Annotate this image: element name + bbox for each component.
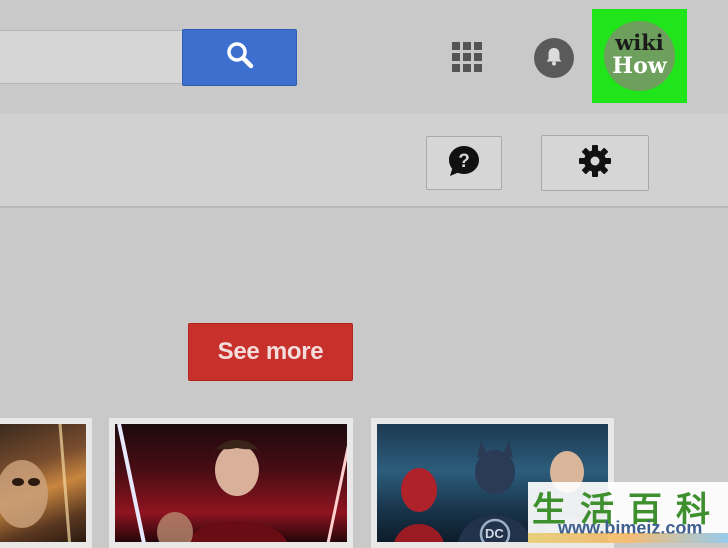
see-more-button[interactable]: See more (188, 323, 353, 381)
secondary-toolbar: ? (0, 114, 728, 208)
avatar[interactable]: wiki How (604, 21, 675, 91)
search-button[interactable] (182, 29, 297, 86)
avatar-text-line1: wiki (615, 30, 664, 55)
thumbnail-image (0, 424, 86, 542)
movie-thumbnail-1[interactable] (0, 418, 92, 548)
watermark: 生活百科 www.bimeiz.com (528, 482, 728, 543)
search-input[interactable] (0, 30, 182, 84)
notifications-button[interactable] (534, 38, 574, 78)
thumbnail-image (115, 424, 347, 542)
gear-icon (578, 144, 612, 183)
watermark-swoosh (528, 533, 728, 543)
svg-text:?: ? (458, 151, 470, 172)
grid-apps-icon[interactable] (450, 40, 484, 74)
settings-button[interactable] (541, 135, 649, 191)
search-icon (225, 40, 255, 75)
bell-icon (543, 45, 565, 72)
avatar-highlight: wiki How (592, 9, 687, 103)
dc-badge: DC (485, 526, 504, 541)
help-bubble-icon: ? (447, 144, 481, 183)
movie-thumbnail-2[interactable] (109, 418, 353, 548)
avatar-text-line2: How (612, 53, 667, 79)
help-button[interactable]: ? (426, 136, 502, 190)
top-bar: wiki How (0, 0, 728, 112)
